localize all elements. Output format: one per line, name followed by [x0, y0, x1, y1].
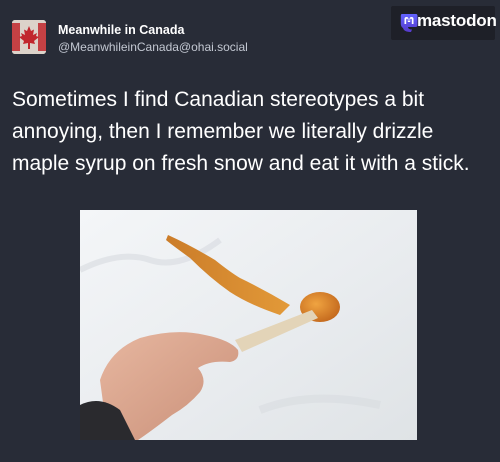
maple-taffy-on-snow-photo: [80, 210, 417, 440]
mastodon-logo-icon: [400, 14, 418, 32]
post-text-line: Sometimes I find Canadian stereotypes a …: [12, 88, 425, 111]
mastodon-badge: mastodon: [391, 6, 497, 40]
avatar[interactable]: [12, 20, 46, 54]
canada-flag-icon: [12, 20, 46, 54]
author-display-name[interactable]: Meanwhile in Canada: [58, 23, 184, 37]
post-text-line: annoying, then I remember we literally d…: [12, 120, 434, 143]
post-image[interactable]: [80, 210, 417, 440]
author-handle[interactable]: @MeanwhileinCanada@ohai.social: [58, 40, 248, 54]
mastodon-wordmark: mastodon: [417, 11, 497, 30]
post-text-line: maple syrup on fresh snow and eat it wit…: [12, 152, 470, 175]
post-text: Sometimes I find Canadian stereotypes a …: [12, 84, 498, 180]
post-header: Meanwhile in Canada @MeanwhileinCanada@o…: [12, 20, 372, 56]
